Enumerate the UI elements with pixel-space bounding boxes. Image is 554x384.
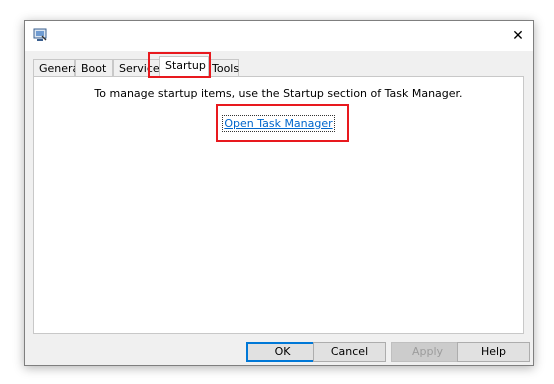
- open-task-manager-row: Open Task Manager: [34, 115, 523, 132]
- system-configuration-dialog: ✕ General Boot Services Startup Tools To…: [24, 20, 534, 366]
- close-button[interactable]: ✕: [503, 21, 533, 51]
- tab-tools[interactable]: Tools: [209, 59, 239, 76]
- startup-panel: To manage startup items, use the Startup…: [33, 76, 524, 334]
- tab-services[interactable]: Services: [113, 59, 165, 76]
- open-task-manager-link[interactable]: Open Task Manager: [222, 115, 335, 132]
- tab-boot[interactable]: Boot: [75, 59, 113, 76]
- apply-button[interactable]: Apply: [391, 342, 464, 362]
- system-config-icon: [33, 28, 47, 42]
- startup-info-text: To manage startup items, use the Startup…: [94, 87, 463, 100]
- tab-general[interactable]: General: [33, 59, 82, 76]
- close-icon[interactable]: ✕: [512, 28, 524, 44]
- ok-button[interactable]: OK: [246, 342, 319, 362]
- title-bar[interactable]: ✕: [25, 21, 533, 51]
- cancel-button[interactable]: Cancel: [313, 342, 386, 362]
- help-button[interactable]: Help: [457, 342, 530, 362]
- tab-startup[interactable]: Startup: [159, 56, 209, 77]
